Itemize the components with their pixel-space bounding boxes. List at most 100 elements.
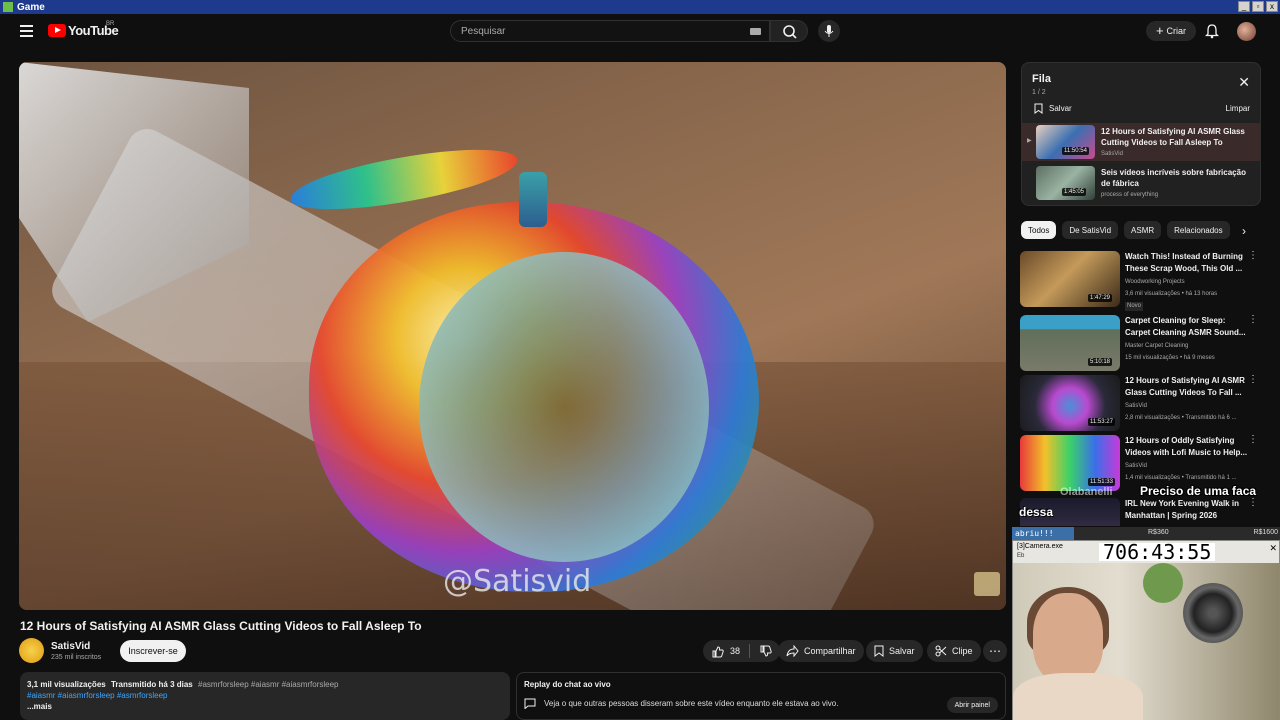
youtube-play-icon [48, 24, 66, 37]
goal-mid-amount: R$360 [1148, 529, 1169, 536]
window-titlebar: Game _ ▫ x [0, 0, 1280, 14]
queue-duration: 1:45:05 [1062, 188, 1087, 196]
video-title: 12 Hours of Satisfying AI ASMR Glass Cut… [1125, 376, 1245, 397]
close-window-button[interactable]: x [1266, 1, 1278, 12]
maximize-button[interactable]: ▫ [1252, 1, 1264, 12]
chat-overlay-message-2: dessa [1019, 505, 1054, 519]
chip-all[interactable]: Todos [1021, 221, 1057, 239]
video-title: 12 Hours of Oddly Satisfying Videos with… [1125, 436, 1248, 457]
webcam-titlebar: [3]Camera.exe Eb 706:43:55 ✕ [1013, 541, 1279, 563]
save-button[interactable]: Salvar [866, 640, 923, 662]
region-code: BR [106, 21, 115, 27]
chevron-right-icon[interactable]: › [1242, 224, 1246, 238]
chip-channel[interactable]: De SatisVid [1062, 221, 1119, 239]
recommended-video[interactable]: 1:47:29 Watch This! Instead of Burning T… [1020, 251, 1260, 311]
chat-overlay-user: Olabanelli [1060, 486, 1113, 498]
thumbs-down-icon[interactable] [759, 645, 772, 658]
more-actions-button[interactable]: ⋯ [983, 640, 1007, 662]
keyboard-icon[interactable] [750, 28, 761, 35]
recommended-video[interactable]: IRL New York Evening Walk in Manhattan |… [1020, 498, 1260, 526]
save-label: Salvar [889, 646, 915, 656]
subscriber-count: 235 mil inscritos [51, 654, 102, 661]
share-button[interactable]: Compartilhar [778, 640, 864, 662]
description-box[interactable]: 3,1 mil visualizações Transmitido há 3 d… [20, 672, 510, 720]
channel-watermark-icon[interactable] [974, 572, 1000, 596]
notifications-bell-icon[interactable] [1205, 23, 1219, 39]
channel-avatar[interactable] [19, 638, 44, 663]
plus-icon: + [1155, 23, 1164, 38]
video-channel: Master Carpet Cleaning [1125, 343, 1189, 349]
video-stats: 2,8 mil visualizações • Transmitido há 6… [1125, 415, 1237, 421]
more-vertical-icon[interactable]: ⋮ [1248, 375, 1258, 385]
search-icon [783, 25, 797, 39]
streamer-body [1013, 673, 1143, 720]
app-icon [3, 2, 13, 12]
video-channel: Woodworking Projects [1125, 279, 1185, 285]
clear-queue-button[interactable]: Limpar [1226, 104, 1250, 113]
clip-button[interactable]: Clipe [927, 640, 981, 662]
webcam-title: [3]Camera.exe [1017, 543, 1063, 550]
subscribe-button[interactable]: Inscrever-se [120, 640, 186, 662]
more-vertical-icon[interactable]: ⋮ [1248, 251, 1258, 261]
youtube-logo[interactable]: YouTube BR [48, 21, 119, 38]
minimize-button[interactable]: _ [1238, 1, 1250, 12]
video-duration: 5:10:18 [1088, 358, 1113, 366]
menu-icon[interactable] [20, 25, 33, 40]
recommended-video[interactable]: 11:51:33 12 Hours of Oddly Satisfying Vi… [1020, 435, 1260, 491]
search-button[interactable] [770, 20, 808, 42]
more-vertical-icon[interactable]: ⋮ [1248, 315, 1258, 325]
close-icon[interactable]: ✕ [1269, 543, 1277, 554]
queue-title: Fila [1032, 73, 1051, 85]
save-queue-label: Salvar [1049, 104, 1072, 113]
recommended-video[interactable]: 5:10:18 Carpet Cleaning for Sleep: Carpe… [1020, 315, 1260, 371]
queue-item-channel: process of everything [1101, 192, 1159, 198]
chip-asmr[interactable]: ASMR [1124, 221, 1162, 239]
chat-icon [524, 698, 536, 709]
donation-goal-bar: abriu!!! R$360 R$1600 [1012, 527, 1280, 540]
like-dislike-group: 38 [703, 640, 781, 662]
search-input[interactable]: Pesquisar [450, 20, 770, 42]
channel-name[interactable]: SatisVid [51, 641, 90, 652]
more-horizontal-icon: ⋯ [989, 644, 1001, 658]
webcam-window: [3]Camera.exe Eb 706:43:55 ✕ [1012, 540, 1280, 720]
now-playing-icon: ▶ [1027, 138, 1032, 144]
goal-label: abriu!!! [1015, 529, 1054, 538]
plant [1143, 563, 1183, 603]
video-duration: 11:51:33 [1088, 478, 1115, 486]
description-hashtags: #asmrforsleep #aiasmr #aiasmrforsleep [198, 680, 339, 689]
video-title: Carpet Cleaning for Sleep: Carpet Cleani… [1125, 316, 1246, 337]
more-vertical-icon[interactable]: ⋮ [1248, 435, 1258, 445]
view-count: 3,1 mil visualizações [27, 680, 106, 689]
search-placeholder: Pesquisar [461, 25, 506, 37]
like-button[interactable]: 38 [711, 645, 740, 658]
video-channel: SatisVid [1125, 463, 1147, 469]
webcam-feed [1013, 563, 1279, 720]
new-badge: Novo [1125, 302, 1144, 311]
video-watermark: @Satisvid [443, 564, 592, 599]
create-button[interactable]: + Criar [1146, 21, 1196, 41]
scissors-icon [935, 645, 947, 657]
description-hashtag-links[interactable]: #aiasmr #aiasmrforsleep #asmrforsleep [27, 690, 503, 701]
glass-stem [519, 172, 547, 227]
close-queue-icon[interactable]: ✕ [1238, 75, 1250, 89]
user-avatar[interactable] [1237, 22, 1256, 41]
save-queue-button[interactable]: Salvar [1034, 103, 1072, 114]
recommended-video[interactable]: 11:53:27 12 Hours of Satisfying AI ASMR … [1020, 375, 1260, 431]
recommendation-chips: Todos De SatisVid ASMR Relacionados [1021, 221, 1230, 241]
voice-search-button[interactable] [818, 20, 840, 42]
queue-item-title: Seis vídeos incríveis sobre fabricação d… [1101, 168, 1246, 188]
queue-item[interactable]: ▶ 11:50:54 12 Hours of Satisfying AI ASM… [1022, 123, 1260, 161]
show-more-link[interactable]: ...mais [27, 701, 503, 712]
video-meta: SatisVid 1,4 mil visualizações • Transmi… [1125, 460, 1255, 484]
video-player[interactable]: @Satisvid [19, 62, 1006, 610]
open-chat-button[interactable]: Abrir painel [946, 697, 998, 713]
chip-related[interactable]: Relacionados [1167, 221, 1230, 239]
window-controls: _ ▫ x [1238, 1, 1278, 12]
video-stats: 15 mil visualizações • há 9 meses [1125, 355, 1215, 361]
queue-item[interactable]: 1:45:05 Seis vídeos incríveis sobre fabr… [1022, 164, 1260, 202]
more-vertical-icon[interactable]: ⋮ [1248, 498, 1258, 508]
thumbs-up-icon [712, 645, 724, 657]
video-stats: 1,4 mil visualizações • Transmitido há 1… [1125, 475, 1237, 481]
youtube-header: YouTube BR Pesquisar + Criar [0, 14, 1280, 48]
glass-peach-cut [419, 252, 709, 562]
